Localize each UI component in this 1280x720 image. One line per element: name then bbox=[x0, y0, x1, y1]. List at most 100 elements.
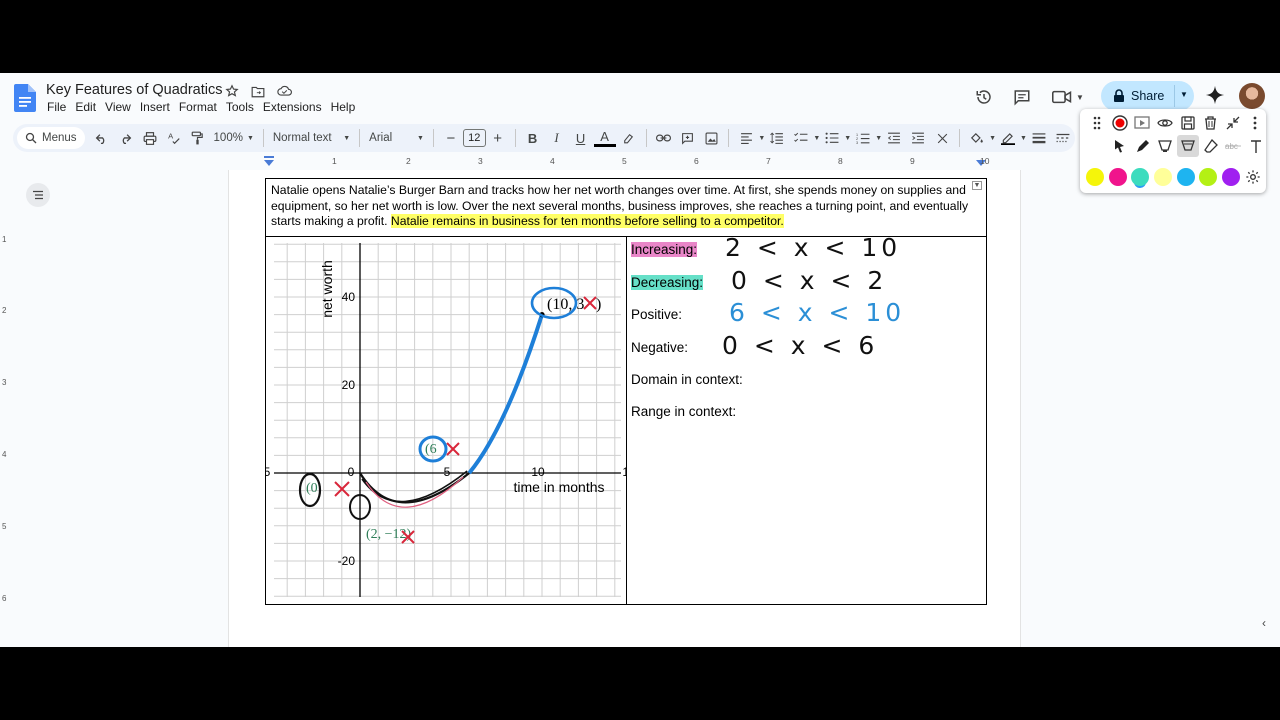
pen-color-swatch[interactable] bbox=[1220, 166, 1243, 188]
share-dropdown-icon[interactable]: ▼ bbox=[1180, 90, 1188, 99]
vertical-ruler[interactable]: 1 2 3 4 5 6 bbox=[0, 173, 10, 647]
menu-help[interactable]: Help bbox=[331, 100, 356, 114]
chevron-down-icon[interactable]: ▼ bbox=[1020, 135, 1027, 142]
pen-color-swatch[interactable] bbox=[1197, 166, 1220, 188]
text-recognition-icon[interactable]: abc bbox=[1222, 135, 1245, 157]
menu-file[interactable]: File bbox=[47, 100, 66, 114]
bold-icon[interactable]: B bbox=[522, 127, 544, 149]
outline-icon bbox=[33, 190, 43, 200]
font-select[interactable]: Arial ▼ bbox=[365, 132, 428, 144]
drag-handle-icon[interactable] bbox=[1086, 112, 1109, 134]
text-color-icon[interactable]: A bbox=[593, 129, 616, 147]
screen-capture-icon[interactable] bbox=[1131, 112, 1154, 134]
menu-edit[interactable]: Edit bbox=[75, 100, 96, 114]
highlighter-icon[interactable] bbox=[1154, 135, 1177, 157]
pen-color-swatch[interactable] bbox=[1129, 166, 1152, 188]
record-icon[interactable] bbox=[1109, 112, 1132, 134]
numbered-list-icon[interactable]: 123 bbox=[852, 127, 874, 149]
gemini-sparkle-icon[interactable] bbox=[1205, 85, 1225, 105]
menu-format[interactable]: Format bbox=[179, 100, 217, 114]
problem-cell[interactable]: Natalie opens Natalie’s Burger Barn and … bbox=[266, 179, 986, 237]
star-icon[interactable] bbox=[224, 83, 240, 99]
chevron-down-icon[interactable]: ▼ bbox=[758, 135, 765, 142]
chevron-down-icon[interactable]: ▼ bbox=[989, 135, 996, 142]
avatar[interactable] bbox=[1239, 83, 1265, 109]
menu-extensions[interactable]: Extensions bbox=[263, 100, 322, 114]
align-icon[interactable] bbox=[735, 127, 757, 149]
collapse-icon[interactable] bbox=[1222, 112, 1245, 134]
comments-icon[interactable] bbox=[1010, 85, 1034, 109]
move-folder-icon[interactable] bbox=[250, 83, 266, 99]
cursor-icon[interactable] bbox=[1109, 135, 1132, 157]
x-tick-label: -5 bbox=[266, 465, 271, 479]
paragraph-style-select[interactable]: Normal text ▼ bbox=[269, 132, 354, 144]
bulleted-list-icon[interactable] bbox=[821, 127, 843, 149]
undo-icon[interactable] bbox=[91, 127, 113, 149]
eye-icon[interactable] bbox=[1154, 112, 1177, 134]
eraser-icon[interactable] bbox=[1199, 135, 1222, 157]
pen-icon[interactable] bbox=[1132, 135, 1155, 157]
print-icon[interactable] bbox=[139, 127, 161, 149]
document-title[interactable]: Key Features of Quadratics bbox=[46, 82, 223, 98]
border-color-icon[interactable] bbox=[997, 127, 1019, 149]
line-spacing-icon[interactable] bbox=[766, 127, 788, 149]
font-size-input[interactable]: 12 bbox=[462, 129, 486, 147]
horizontal-ruler[interactable]: 1 2 3 4 5 6 7 8 9 10 bbox=[228, 156, 1020, 170]
chevron-down-icon[interactable]: ▼ bbox=[875, 135, 882, 142]
redo-icon[interactable] bbox=[115, 127, 137, 149]
settings-gear-icon[interactable] bbox=[1242, 166, 1265, 188]
pen-color-swatch[interactable] bbox=[1107, 166, 1130, 188]
save-icon[interactable] bbox=[1176, 112, 1199, 134]
checklist-icon[interactable] bbox=[790, 127, 812, 149]
search-menus[interactable]: Menus bbox=[17, 127, 85, 149]
point-label: ) bbox=[596, 296, 601, 313]
trash-icon[interactable] bbox=[1199, 112, 1222, 134]
document-page[interactable]: Natalie opens Natalie’s Burger Barn and … bbox=[228, 170, 1021, 647]
spellcheck-icon[interactable]: A bbox=[163, 127, 185, 149]
meet-video-icon[interactable] bbox=[1050, 85, 1074, 109]
menu-insert[interactable]: Insert bbox=[140, 100, 170, 114]
insert-image-icon[interactable] bbox=[700, 127, 722, 149]
underline-icon[interactable]: U bbox=[570, 127, 592, 149]
point-label: (0 bbox=[306, 481, 318, 496]
italic-icon[interactable]: I bbox=[546, 127, 568, 149]
ruler-number: 5 bbox=[2, 522, 7, 531]
chevron-down-icon[interactable]: ▼ bbox=[844, 135, 851, 142]
highlight-color-icon[interactable] bbox=[618, 127, 640, 149]
menu-view[interactable]: View bbox=[105, 100, 131, 114]
pen-color-swatch[interactable] bbox=[1084, 166, 1107, 188]
zoom-select[interactable]: 100% ▼ bbox=[210, 132, 258, 144]
pen-color-swatch[interactable] bbox=[1152, 166, 1175, 188]
cell-fill-icon[interactable] bbox=[966, 127, 988, 149]
graph-cell[interactable]: -50510154020-20time in monthsnet worth(0… bbox=[266, 237, 627, 604]
properties-cell[interactable]: Increasing: 2 < x < 10 Decreasing: 0 < x < … bbox=[627, 233, 986, 604]
meet-dropdown-icon[interactable]: ▼ bbox=[1076, 93, 1084, 102]
letterbox-top bbox=[0, 0, 1280, 73]
table-cell-menu-icon[interactable]: ▼ bbox=[972, 181, 982, 190]
pen-color-swatch[interactable] bbox=[1174, 166, 1197, 188]
paint-format-icon[interactable] bbox=[187, 127, 209, 149]
border-dash-icon[interactable] bbox=[1052, 127, 1074, 149]
document-outline-button[interactable] bbox=[26, 183, 50, 207]
search-icon bbox=[25, 132, 37, 144]
add-comment-icon[interactable] bbox=[676, 127, 698, 149]
increase-indent-icon[interactable] bbox=[907, 127, 929, 149]
insert-link-icon[interactable] bbox=[652, 127, 674, 149]
increase-font-size-icon[interactable]: + bbox=[487, 127, 509, 149]
cloud-saved-icon[interactable] bbox=[276, 83, 292, 99]
share-button[interactable]: Share ▼ bbox=[1101, 81, 1194, 111]
border-width-icon[interactable] bbox=[1028, 127, 1050, 149]
decrease-font-size-icon[interactable]: − bbox=[440, 127, 462, 149]
text-tool-icon[interactable] bbox=[1245, 135, 1268, 157]
clear-formatting-icon[interactable] bbox=[931, 127, 953, 149]
chevron-down-icon[interactable]: ▼ bbox=[813, 135, 820, 142]
more-options-icon[interactable] bbox=[1244, 112, 1267, 134]
chevron-up-icon[interactable]: ‹ bbox=[1262, 616, 1278, 636]
version-history-icon[interactable] bbox=[972, 85, 996, 109]
docs-logo-icon[interactable] bbox=[14, 84, 36, 112]
highlighter-active-icon[interactable] bbox=[1176, 135, 1200, 157]
decrease-indent-icon[interactable] bbox=[883, 127, 905, 149]
property-label: Positive: bbox=[631, 307, 683, 322]
menu-tools[interactable]: Tools bbox=[226, 100, 254, 114]
handwritten-answer: 6 < x < 10 bbox=[729, 298, 906, 327]
